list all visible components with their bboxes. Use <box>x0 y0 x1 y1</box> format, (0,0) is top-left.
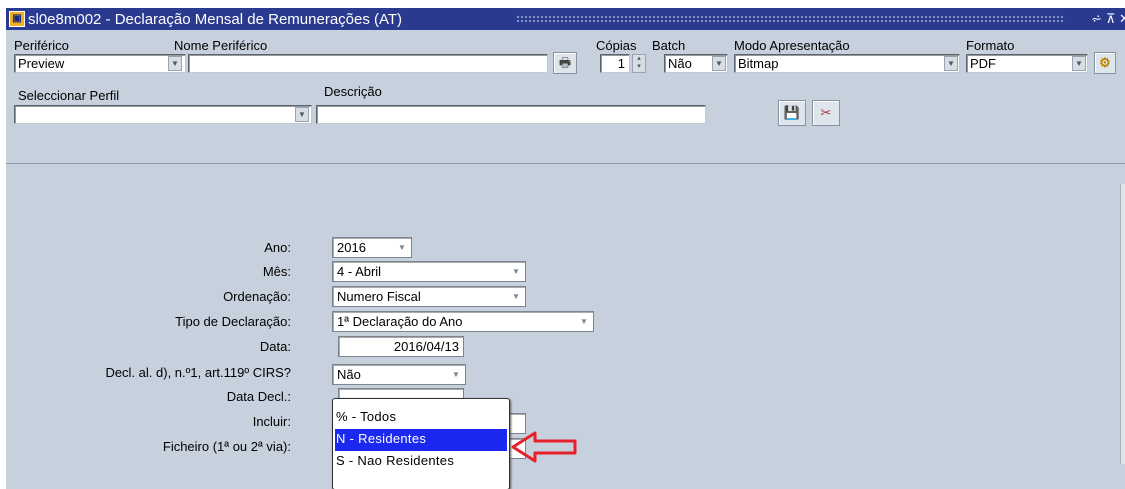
incluir-label: Incluir: <box>252 414 291 429</box>
ano-value: 2016 <box>337 240 366 255</box>
periferico-label: Periférico <box>14 38 69 53</box>
chevron-down-icon: ▼ <box>398 243 406 252</box>
vertical-scrollbar[interactable] <box>1120 184 1125 464</box>
decl-value: Não <box>337 367 361 382</box>
nome-periferico-label: Nome Periférico <box>174 38 268 53</box>
chevron-down-icon: ▼ <box>580 317 588 326</box>
chevron-down-icon[interactable]: ▼ <box>295 107 309 122</box>
chevron-down-icon: ▼ <box>512 267 520 276</box>
window-title: sl0e8m002 - Declaração Mensal de Remuner… <box>28 11 403 28</box>
save-icon[interactable]: 💾 <box>778 100 806 126</box>
data-field[interactable]: 2016/04/13 <box>338 336 464 357</box>
formato-label: Formato <box>966 38 1015 53</box>
modo-apresentacao-value: Bitmap <box>738 56 779 71</box>
periferico-value: Preview <box>18 56 65 71</box>
ordenacao-label: Ordenação: <box>223 289 291 304</box>
app-window: ▣ sl0e8m002 - Declaração Mensal de Remun… <box>6 8 1125 489</box>
maximize-icon[interactable]: ⊼ <box>1106 11 1116 27</box>
decl-label: Decl. al. d), n.º1, art.119º CIRS? <box>105 365 291 380</box>
title-bar-pattern <box>516 15 1065 24</box>
seleccionar-perfil-label: Seleccionar Perfil <box>18 88 120 103</box>
mes-select[interactable]: 4 - Abril ▼ <box>332 261 526 282</box>
chevron-down-icon: ▼ <box>512 292 520 301</box>
dropdown-option[interactable]: % - Todos <box>333 407 509 429</box>
decl-select[interactable]: Não ▼ <box>332 364 466 385</box>
modo-apresentacao-label: Modo Apresentação <box>734 38 850 53</box>
mes-value: 4 - Abril <box>337 264 382 279</box>
descricao-field[interactable] <box>316 105 706 124</box>
formato-value: PDF <box>970 56 996 71</box>
data-label: Data: <box>259 339 291 354</box>
nome-periferico-field[interactable] <box>188 54 548 73</box>
ano-select[interactable]: 2016 ▼ <box>332 237 412 258</box>
chevron-down-icon[interactable]: ▼ <box>1072 56 1086 71</box>
batch-label: Batch <box>652 38 686 53</box>
ordenacao-select[interactable]: Numero Fiscal ▼ <box>332 286 526 307</box>
data-decl-label: Data Decl.: <box>226 389 291 404</box>
ficheiro-label: Ficheiro (1ª ou 2ª via): <box>162 439 291 454</box>
descricao-label: Descrição <box>324 84 382 99</box>
settings-icon[interactable]: ⚙ <box>1094 52 1116 74</box>
copias-spinner-icon[interactable]: ▴ ▾ <box>632 54 646 73</box>
tipo-declaracao-label: Tipo de Declaração: <box>175 314 291 329</box>
formato-field[interactable]: PDF <box>966 54 1088 73</box>
chevron-down-icon[interactable]: ▼ <box>168 56 182 71</box>
chevron-down-icon[interactable]: ▼ <box>944 56 958 71</box>
copias-label: Cópias <box>596 38 637 53</box>
title-bar: ▣ sl0e8m002 - Declaração Mensal de Remun… <box>6 8 1125 30</box>
tipo-declaracao-value: 1ª Declaração do Ano <box>337 314 463 329</box>
dropdown-option[interactable]: S - Nao Residentes <box>333 451 509 473</box>
minimize-icon[interactable]: ⩫ <box>1091 11 1102 27</box>
incluir-dropdown-list: % - Todos N - Residentes S - Nao Residente… <box>332 398 510 489</box>
close-icon[interactable]: ✕ <box>1119 11 1125 27</box>
dropdown-option[interactable]: N - Residentes <box>335 429 507 451</box>
chevron-down-icon: ▼ <box>452 370 460 379</box>
chevron-down-icon[interactable]: ▼ <box>712 56 726 71</box>
seleccionar-perfil-field[interactable] <box>14 105 312 124</box>
periferico-field[interactable]: Preview <box>14 54 186 73</box>
oracle-forms-icon: ▣ <box>9 11 25 27</box>
mes-label: Mês: <box>262 264 291 279</box>
copias-field[interactable]: 1 <box>600 54 630 73</box>
ano-label: Ano: <box>264 240 291 255</box>
tipo-declaracao-select[interactable]: 1ª Declaração do Ano ▼ <box>332 311 594 332</box>
modo-apresentacao-field[interactable]: Bitmap <box>734 54 960 73</box>
print-options-panel: Periférico Preview ▼ Nome Periférico 🖶 C… <box>6 30 1125 164</box>
annotation-arrow-icon <box>511 431 577 463</box>
clear-icon[interactable]: ✂ <box>812 100 840 126</box>
printer-icon[interactable]: 🖶 <box>553 52 577 74</box>
batch-value: Não <box>668 56 692 71</box>
ordenacao-value: Numero Fiscal <box>337 289 421 304</box>
